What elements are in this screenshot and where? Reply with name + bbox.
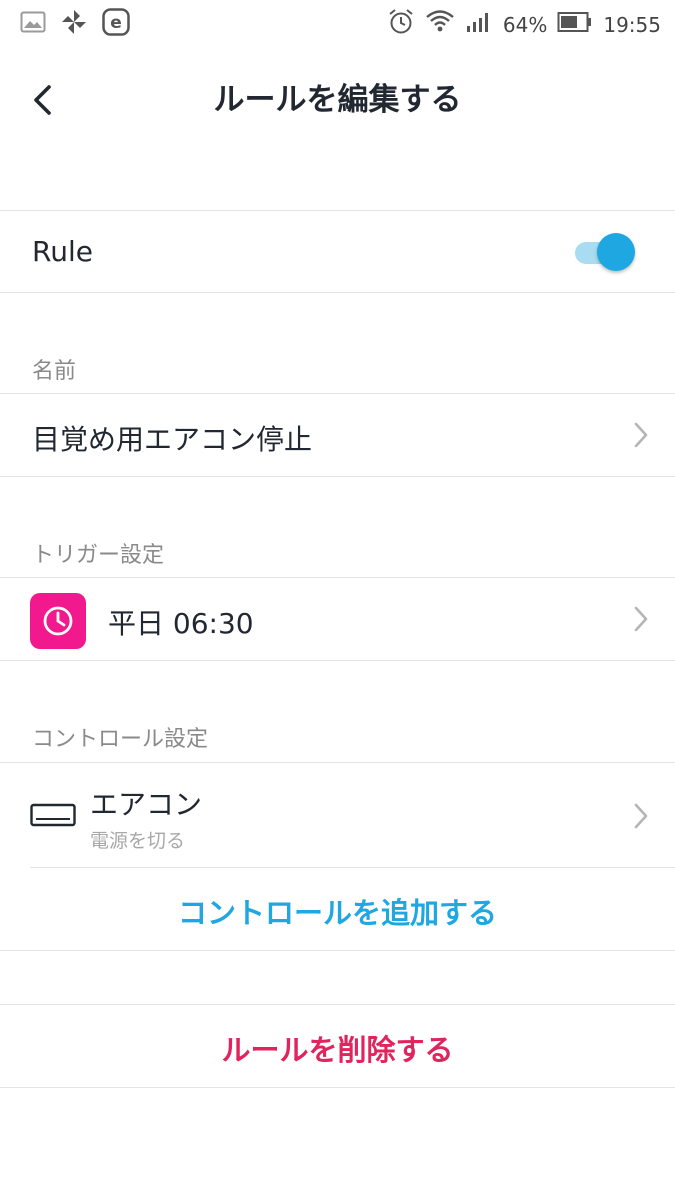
device-name: エアコン (90, 788, 203, 821)
status-bar: e 64% 19:55 (0, 0, 675, 46)
divider (0, 476, 675, 477)
divider (0, 660, 675, 661)
control-device-row[interactable]: エアコン 電源を切る (0, 763, 675, 867)
svg-text:e: e (110, 13, 122, 33)
device-action: 電源を切る (90, 830, 186, 852)
battery-icon (557, 11, 593, 38)
signal-icon (465, 10, 493, 39)
air-conditioner-icon (30, 803, 76, 827)
rule-name-value: 目覚め用エアコン停止 (32, 423, 313, 456)
e-badge-icon: e (102, 8, 130, 40)
chevron-right-icon (634, 422, 648, 448)
toggle-thumb (597, 233, 635, 271)
delete-rule-button[interactable]: ルールを削除する (0, 1027, 675, 1069)
trigger-row[interactable]: 平日 06:30 (0, 578, 675, 660)
trigger-time: 平日 06:30 (108, 607, 254, 640)
add-control-button[interactable]: コントロールを追加する (0, 890, 675, 932)
rule-toggle-row: Rule (0, 211, 675, 292)
status-bar-right: 64% 19:55 (387, 8, 661, 41)
name-section-label: 名前 (32, 359, 77, 384)
add-control-row[interactable]: コントロールを追加する (0, 868, 675, 950)
rule-name-row[interactable]: 目覚め用エアコン停止 (0, 394, 675, 476)
chevron-right-icon (634, 606, 648, 632)
rule-toggle-switch[interactable] (575, 233, 635, 273)
app-header: ルールを編集する (0, 60, 675, 140)
clock-icon (30, 593, 86, 649)
page-title: ルールを編集する (213, 82, 462, 118)
divider (0, 1087, 675, 1088)
trigger-section-label: トリガー設定 (32, 543, 165, 568)
alarm-icon (387, 8, 415, 41)
delete-rule-row[interactable]: ルールを削除する (0, 1005, 675, 1087)
image-icon (20, 11, 46, 37)
rule-label: Rule (32, 235, 93, 268)
status-time: 19:55 (603, 12, 661, 37)
control-section-label: コントロール設定 (32, 727, 209, 752)
battery-percent: 64% (502, 12, 548, 37)
status-bar-left: e (20, 8, 130, 40)
wifi-icon (425, 8, 455, 41)
pinwheel-icon (60, 8, 88, 40)
divider (0, 950, 675, 951)
chevron-right-icon (634, 803, 648, 829)
divider (0, 292, 675, 293)
